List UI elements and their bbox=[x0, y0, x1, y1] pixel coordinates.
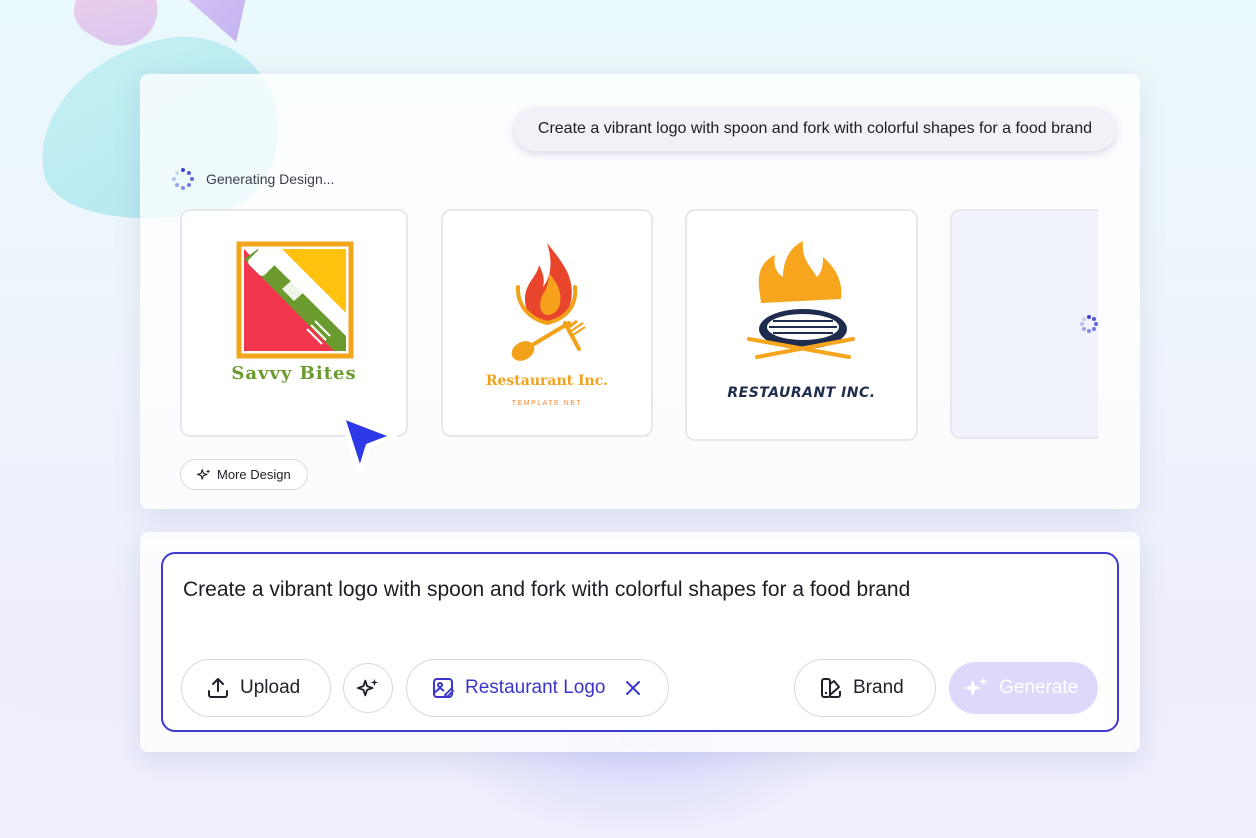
spinner-icon bbox=[1080, 315, 1098, 333]
image-edit-icon bbox=[433, 678, 455, 699]
sparkle-icon bbox=[197, 468, 211, 480]
background-blob-violet bbox=[180, 0, 250, 42]
restaurant-inc-logo-text: Restaurant Inc. bbox=[485, 373, 609, 389]
brand-palette-icon bbox=[821, 678, 841, 698]
upload-button[interactable]: Upload bbox=[181, 659, 331, 717]
more-design-button[interactable]: More Design bbox=[180, 459, 308, 490]
user-prompt-bubble: Create a vibrant logo with spoon and for… bbox=[513, 107, 1116, 151]
generate-label: Generate bbox=[999, 677, 1079, 698]
generating-status-text: Generating Design... bbox=[206, 171, 335, 187]
close-icon[interactable] bbox=[624, 679, 642, 697]
spinner-icon bbox=[172, 168, 194, 190]
generate-button[interactable]: Generate bbox=[949, 662, 1098, 714]
savvy-bites-logo-text: Savvy Bites bbox=[231, 363, 357, 384]
restaurant-logo-tag[interactable]: Restaurant Logo bbox=[406, 659, 669, 717]
enhance-prompt-button[interactable] bbox=[343, 663, 393, 713]
design-card-restaurant-grill[interactable]: RESTAURANT INC. bbox=[685, 209, 918, 441]
upload-icon bbox=[208, 678, 228, 698]
design-card-restaurant-flame[interactable]: Restaurant Inc. TEMPLATE.NET bbox=[441, 209, 653, 437]
flame-grill-logo-icon bbox=[747, 241, 855, 359]
prompt-input[interactable]: Create a vibrant logo with spoon and for… bbox=[183, 578, 910, 602]
cursor-arrow-icon bbox=[339, 413, 397, 475]
restaurant-logo-tag-label: Restaurant Logo bbox=[465, 677, 606, 698]
design-card-savvy-bites[interactable]: Savvy Bites bbox=[180, 209, 408, 437]
generating-status: Generating Design... bbox=[172, 168, 334, 190]
template-net-subtitle: TEMPLATE.NET bbox=[511, 400, 583, 407]
conversation-panel: Create a vibrant logo with spoon and for… bbox=[140, 74, 1140, 509]
flame-spoon-fork-logo-icon bbox=[511, 243, 586, 361]
design-card-loading bbox=[950, 209, 1098, 439]
upload-label: Upload bbox=[240, 677, 301, 698]
brand-button[interactable]: Brand bbox=[794, 659, 936, 717]
restaurant-inc-grill-logo-text: RESTAURANT INC. bbox=[727, 385, 876, 401]
more-design-label: More Design bbox=[217, 467, 291, 482]
sparkle-icon bbox=[964, 677, 988, 697]
sparkle-icon bbox=[357, 678, 379, 697]
savvy-bites-logo-icon bbox=[236, 241, 354, 359]
composer-panel: Create a vibrant logo with spoon and for… bbox=[140, 532, 1140, 752]
prompt-input-box[interactable]: Create a vibrant logo with spoon and for… bbox=[161, 552, 1119, 732]
brand-label: Brand bbox=[853, 677, 904, 698]
